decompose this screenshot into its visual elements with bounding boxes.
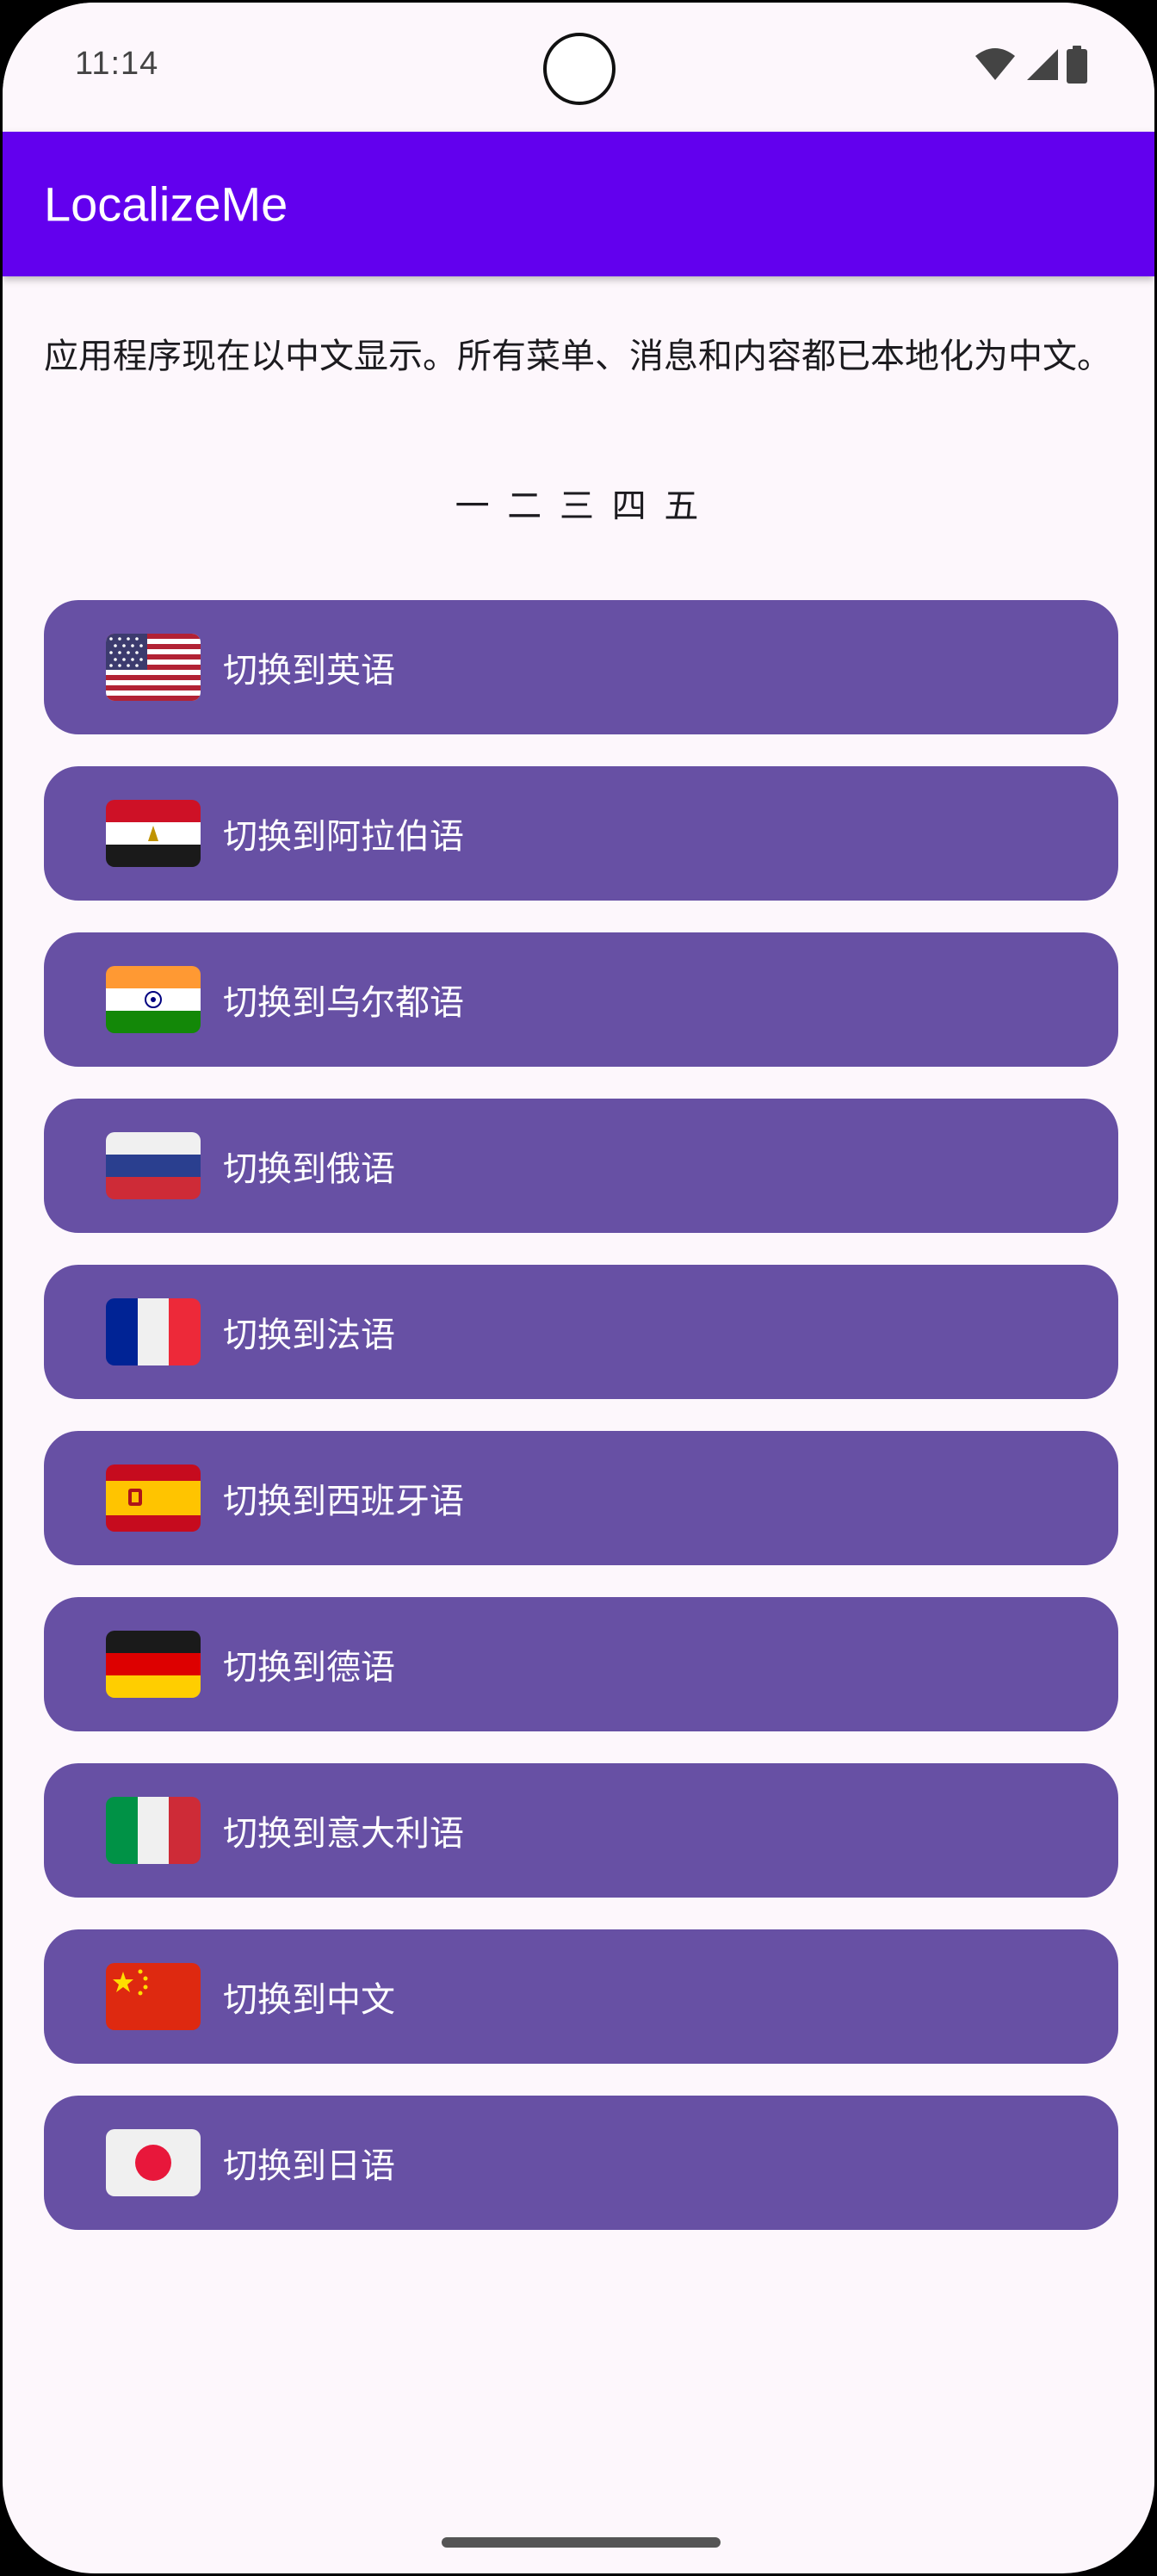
battery-icon	[1067, 46, 1087, 84]
us-flag-icon	[106, 634, 201, 701]
app-bar: LocalizeMe	[3, 132, 1154, 276]
front-camera	[543, 33, 616, 105]
india-flag-icon	[106, 966, 201, 1033]
switch-to-italian-button[interactable]: 切换到意大利语	[44, 1763, 1118, 1898]
button-label: 切换到意大利语	[223, 1814, 464, 1854]
switch-to-arabic-button[interactable]: 切换到阿拉伯语	[44, 766, 1118, 901]
switch-to-french-button[interactable]: 切换到法语	[44, 1265, 1118, 1399]
switch-to-chinese-button[interactable]: 切换到中文	[44, 1929, 1118, 2064]
status-bar: 11:14	[3, 3, 1154, 132]
switch-to-english-button[interactable]: 切换到英语	[44, 600, 1118, 734]
status-time: 11:14	[75, 46, 159, 82]
localization-message: 应用程序现在以中文显示。所有菜单、消息和内容都已本地化为中文。	[44, 337, 1111, 376]
italy-flag-icon	[106, 1797, 201, 1864]
button-label: 切换到日语	[223, 2146, 395, 2186]
switch-to-japanese-button[interactable]: 切换到日语	[44, 2096, 1118, 2230]
button-label: 切换到法语	[223, 1316, 395, 1355]
switch-to-urdu-button[interactable]: 切换到乌尔都语	[44, 932, 1118, 1067]
button-label: 切换到俄语	[223, 1149, 395, 1189]
egypt-flag-icon	[106, 800, 201, 867]
switch-to-russian-button[interactable]: 切换到俄语	[44, 1099, 1118, 1233]
russia-flag-icon	[106, 1132, 201, 1199]
chinese-numbers: 一 二 三 四 五	[455, 486, 702, 526]
app-title: LocalizeMe	[44, 176, 288, 232]
phone-screen: 11:14 LocalizeMe 应用程序现在以中文显示。所有菜单、消息和内容都…	[0, 0, 1157, 2576]
signal-icon	[1027, 49, 1058, 80]
button-label: 切换到西班牙语	[223, 1482, 464, 1521]
france-flag-icon	[106, 1298, 201, 1365]
switch-to-german-button[interactable]: 切换到德语	[44, 1597, 1118, 1731]
japan-flag-icon	[106, 2129, 201, 2196]
language-button-list: 切换到英语 切换到阿拉伯语 切换到乌尔都语 切换到俄语 切换到法语 切换到西班牙…	[44, 600, 1118, 2262]
status-icons	[975, 46, 1087, 84]
button-label: 切换到中文	[223, 1980, 395, 2020]
button-label: 切换到德语	[223, 1648, 395, 1687]
china-flag-icon	[106, 1963, 201, 2030]
home-indicator[interactable]	[442, 2537, 721, 2548]
germany-flag-icon	[106, 1631, 201, 1698]
button-label: 切换到阿拉伯语	[223, 817, 464, 857]
button-label: 切换到英语	[223, 651, 395, 690]
switch-to-spanish-button[interactable]: 切换到西班牙语	[44, 1431, 1118, 1565]
wifi-icon	[975, 48, 1015, 80]
button-label: 切换到乌尔都语	[223, 983, 464, 1023]
spain-flag-icon	[106, 1464, 201, 1532]
